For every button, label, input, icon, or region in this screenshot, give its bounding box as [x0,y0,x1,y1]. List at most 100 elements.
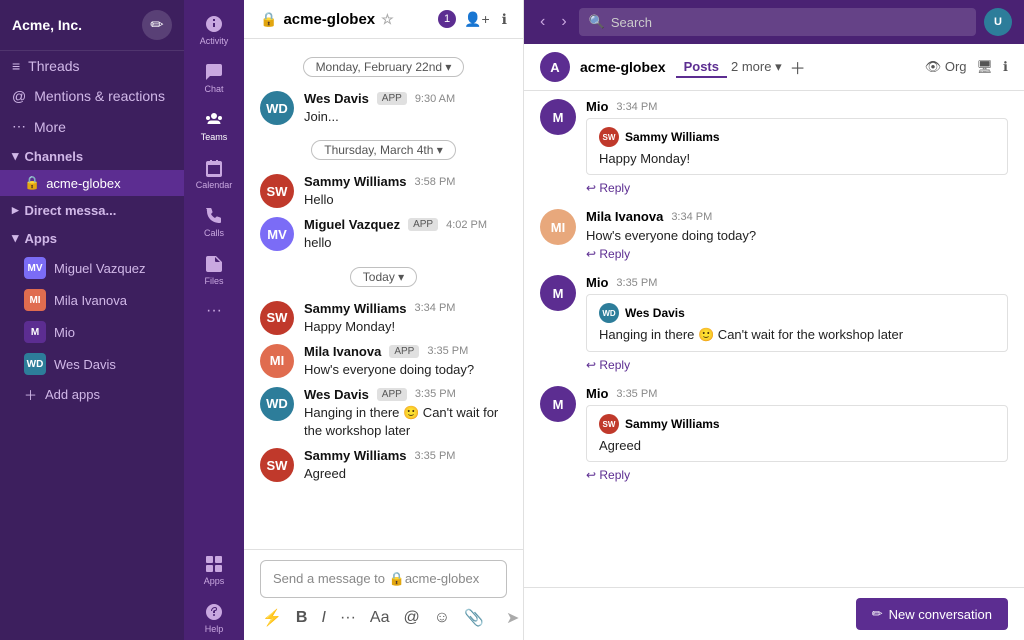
sidebar-app-mila[interactable]: MI Mila Ivanova [0,284,184,316]
teams-channel-header: A acme-globex Posts 2 more ▾ ＋ 👁 Org 🖥 ℹ [524,44,1024,91]
reply-link[interactable]: ↩ Reply [586,181,1008,195]
screen-share-icon[interactable]: 🖥 [977,59,994,75]
nav-activity[interactable]: Activity [184,8,244,52]
nav-calls[interactable]: Calls [184,200,244,244]
new-convo-icon: ✏ [872,606,883,622]
quoted-name: Wes Davis [625,306,685,320]
italic-icon[interactable]: I [319,607,327,629]
threads-label: Threads [28,58,79,74]
msg-header: Wes Davis APP 3:35 PM [304,387,507,402]
emoji-icon[interactable]: ☺ [432,607,452,629]
chat-toolbar: ⚡ B I ··· Aa @ ☺ 📎 ➤ [260,606,507,630]
sidebar-app-mio[interactable]: M Mio [0,316,184,348]
channel-tabs: Posts 2 more ▾ ＋ [676,55,806,79]
attachment-icon[interactable]: 📎 [462,606,486,630]
reply-link[interactable]: ↩ Reply [586,247,1008,261]
quoted-name: Sammy Williams [625,130,720,144]
nav-ellipsis[interactable]: ··· [184,296,244,326]
teams-label: Teams [201,132,228,142]
teams-msg-body: Mila Ivanova 3:34 PM How's everyone doin… [586,209,1008,261]
msg-sender: Wes Davis [304,387,369,402]
compose-button[interactable]: ✏ [142,10,172,40]
date-divider-btn[interactable]: Today ▾ [350,267,417,287]
calendar-label: Calendar [196,180,233,190]
app-label: Mio [54,325,75,340]
quoted-header: WD Wes Davis [599,303,995,323]
org-button[interactable]: 👁 Org [925,59,967,75]
sidebar-item-mentions[interactable]: @ Mentions & reactions [0,81,184,111]
nav-help[interactable]: Help [184,596,244,640]
teams-sender-name: Mio [586,99,608,114]
info-icon[interactable]: ℹ [502,11,507,28]
msg-text: Join... [304,108,507,126]
reply-link[interactable]: ↩ Reply [586,358,1008,372]
sidebar-item-threads[interactable]: ≡ Threads [0,51,184,81]
plus-icon: ＋ [24,385,37,404]
lightning-icon[interactable]: ⚡ [260,606,284,630]
quoted-avatar: SW [599,127,619,147]
add-member-icon[interactable]: 👤+ [464,11,490,28]
date-divider: Today ▾ [260,267,507,287]
msg-content: Sammy Williams 3:58 PM Hello [304,174,507,209]
unread-badge: 1 [438,10,456,28]
add-apps-button[interactable]: ＋ Add apps [0,380,184,409]
tab-posts[interactable]: Posts [676,57,727,78]
date-divider-btn[interactable]: Monday, February 22nd ▾ [303,57,465,77]
table-row: SW Sammy Williams 3:34 PM Happy Monday! [244,297,523,340]
teams-msg-time: 3:35 PM [616,388,657,400]
chat-input[interactable]: Send a message to 🔒acme-globex [260,560,507,598]
sidebar-channel-acme-globex[interactable]: 🔒 acme-globex [0,170,184,196]
nav-calendar[interactable]: Calendar [184,152,244,196]
channels-section[interactable]: ▾ Channels [0,142,184,170]
bold-icon[interactable]: B [294,607,310,629]
reply-link[interactable]: ↩ Reply [586,468,1008,482]
msg-time: 4:02 PM [446,219,487,231]
quoted-card: SW Sammy Williams Happy Monday! [586,118,1008,175]
files-label: Files [204,276,223,286]
chevron-down-icon: ▾ [12,148,19,164]
avatar: SW [260,174,294,208]
msg-content: Miguel Vazquez APP 4:02 PM hello [304,217,507,252]
search-box[interactable]: 🔍 Search [579,8,976,36]
channels-label: Channels [25,149,84,164]
nav-chat[interactable]: Chat [184,56,244,100]
sidebar-app-miguel[interactable]: MV Miguel Vazquez [0,252,184,284]
msg-header: Miguel Vazquez APP 4:02 PM [304,217,507,232]
sidebar-item-more[interactable]: ⋯ More [0,111,184,142]
more-formatting-icon[interactable]: ··· [338,607,358,629]
chat-area: 🔒 acme-globex ☆ 1 👤+ ℹ Monday, February … [244,0,524,640]
table-row: SW Sammy Williams 3:58 PM Hello [244,170,523,213]
back-button[interactable]: ‹ [536,11,549,33]
nav-teams[interactable]: Teams [184,104,244,148]
teams-msg-meta: Mio 3:35 PM [586,386,1008,401]
nav-apps[interactable]: Apps [184,548,244,592]
mentions-icon: @ [12,88,26,104]
table-row: SW Sammy Williams 3:35 PM Agreed [244,444,523,487]
send-button[interactable]: ➤ [506,608,519,628]
teams-msg-block: M Mio 3:34 PM SW Sammy Williams Happy Mo… [540,99,1008,195]
apps-section[interactable]: ▾ Apps [0,224,184,252]
org-name[interactable]: Acme, Inc. [12,17,82,33]
star-icon[interactable]: ☆ [381,11,394,28]
direct-messages-section[interactable]: ▸ Direct messa... [0,196,184,224]
msg-time: 3:35 PM [414,450,455,462]
forward-button[interactable]: › [557,11,570,33]
msg-content: Wes Davis APP 9:30 AM Join... [304,91,507,126]
date-divider-btn[interactable]: Thursday, March 4th ▾ [311,140,456,160]
new-conversation-button[interactable]: ✏ New conversation [856,598,1008,630]
chevron-right-icon: ▸ [12,202,19,218]
msg-content: Sammy Williams 3:35 PM Agreed [304,448,507,483]
nav-files[interactable]: Files [184,248,244,292]
sidebar-app-wes[interactable]: WD Wes Davis [0,348,184,380]
right-header: ‹ › 🔍 Search U [524,0,1024,44]
text-size-icon[interactable]: Aa [368,607,392,629]
user-avatar[interactable]: U [984,8,1012,36]
msg-sender: Miguel Vazquez [304,217,400,232]
teams-msg-meta: Mio 3:35 PM [586,275,1008,290]
add-tab-button[interactable]: ＋ [790,55,806,79]
tab-more[interactable]: 2 more ▾ [731,59,782,75]
info-button[interactable]: ℹ [1003,59,1008,75]
mention-icon[interactable]: @ [402,607,422,629]
quoted-avatar: SW [599,414,619,434]
chat-input-area: Send a message to 🔒acme-globex ⚡ B I ···… [244,549,523,640]
